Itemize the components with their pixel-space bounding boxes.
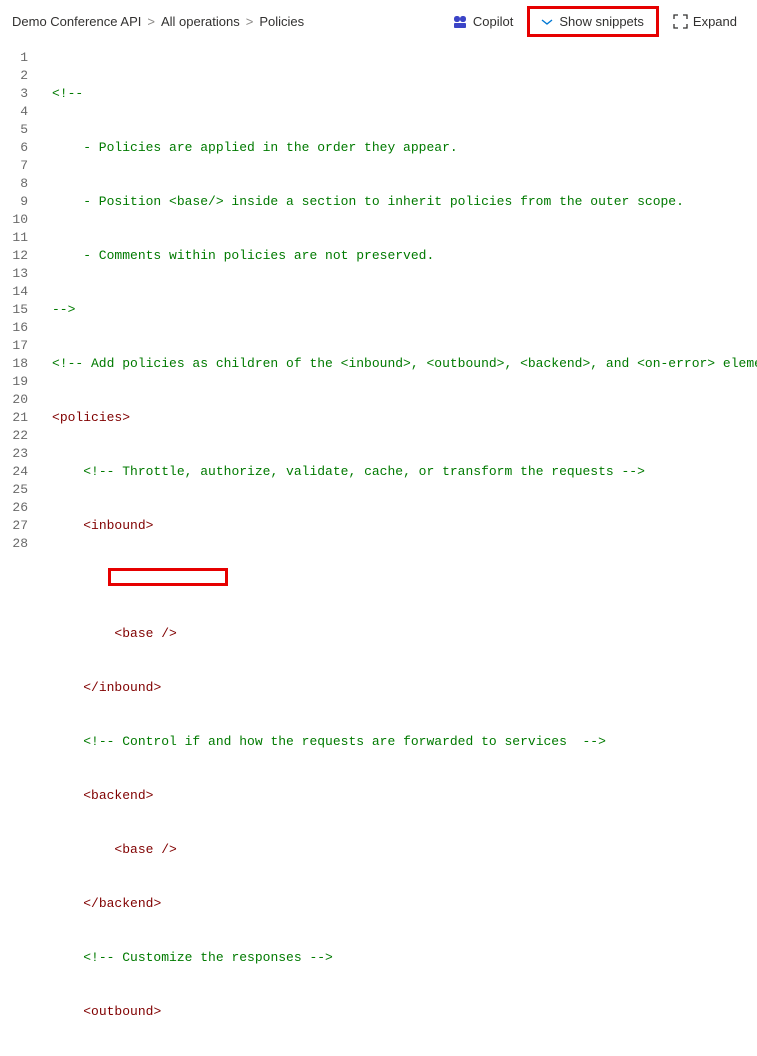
line-number: 20 (0, 391, 42, 409)
code-comment: - Position <base/> inside a section to i… (52, 194, 684, 209)
line-number: 18 (0, 355, 42, 373)
line-number: 4 (0, 103, 42, 121)
line-number: 8 (0, 175, 42, 193)
line-number: 17 (0, 337, 42, 355)
tag-base: base / (122, 626, 169, 641)
show-snippets-label: Show snippets (559, 14, 644, 29)
tag-inbound-close: inbound (99, 680, 154, 695)
tag-outbound: outbound (91, 1004, 153, 1019)
line-number: 24 (0, 463, 42, 481)
header-bar: Demo Conference API > All operations > P… (0, 0, 757, 47)
line-number: 22 (0, 427, 42, 445)
toolbar: Copilot Show snippets Expand (444, 6, 745, 37)
tag-inbound: inbound (91, 518, 146, 533)
tag-policies: policies (60, 410, 122, 425)
copilot-button[interactable]: Copilot (444, 10, 521, 34)
copilot-label: Copilot (473, 14, 513, 29)
line-number: 25 (0, 481, 42, 499)
line-number: 7 (0, 157, 42, 175)
breadcrumb: Demo Conference API > All operations > P… (12, 14, 304, 29)
line-number: 27 (0, 517, 42, 535)
code-comment: - Comments within policies are not prese… (52, 248, 434, 263)
code-comment: <!-- Throttle, authorize, validate, cach… (83, 464, 645, 479)
tag-backend-close: backend (99, 896, 154, 911)
breadcrumb-item-api[interactable]: Demo Conference API (12, 14, 141, 29)
line-number: 14 (0, 283, 42, 301)
line-number: 1 (0, 49, 42, 67)
chevron-down-icon (540, 15, 554, 29)
line-number: 11 (0, 229, 42, 247)
code-editor[interactable]: 1234567891011121314151617181920212223242… (0, 47, 757, 1056)
line-number: 21 (0, 409, 42, 427)
show-snippets-button[interactable]: Show snippets (532, 10, 652, 33)
line-number: 15 (0, 301, 42, 319)
code-comment: - Policies are applied in the order they… (52, 140, 458, 155)
line-number: 13 (0, 265, 42, 283)
line-number: 9 (0, 193, 42, 211)
breadcrumb-item-operations[interactable]: All operations (161, 14, 240, 29)
line-number: 5 (0, 121, 42, 139)
code-area[interactable]: <!-- - Policies are applied in the order… (42, 47, 757, 1056)
breadcrumb-item-policies[interactable]: Policies (259, 14, 304, 29)
breadcrumb-sep: > (147, 14, 155, 29)
copilot-icon (452, 14, 468, 30)
line-number: 10 (0, 211, 42, 229)
expand-icon (673, 14, 688, 29)
code-comment: <!-- Customize the responses --> (83, 950, 333, 965)
snippets-highlight-box: Show snippets (527, 6, 659, 37)
line-number: 12 (0, 247, 42, 265)
line-gutter: 1234567891011121314151617181920212223242… (0, 47, 42, 1056)
code-comment: <!-- (52, 86, 83, 101)
tag-backend: backend (91, 788, 146, 803)
expand-label: Expand (693, 14, 737, 29)
line-number: 16 (0, 319, 42, 337)
breadcrumb-sep: > (246, 14, 254, 29)
line-number: 19 (0, 373, 42, 391)
code-comment: <!-- Control if and how the requests are… (83, 734, 606, 749)
line-number: 23 (0, 445, 42, 463)
expand-button[interactable]: Expand (665, 10, 745, 33)
code-comment: --> (52, 302, 75, 317)
code-comment: <!-- Add policies as children of the <in… (52, 356, 757, 371)
tag-base: base / (122, 842, 169, 857)
highlight-annotation-box (108, 568, 228, 586)
line-number: 2 (0, 67, 42, 85)
line-number: 3 (0, 85, 42, 103)
line-number: 28 (0, 535, 42, 553)
line-number: 26 (0, 499, 42, 517)
line-number: 6 (0, 139, 42, 157)
